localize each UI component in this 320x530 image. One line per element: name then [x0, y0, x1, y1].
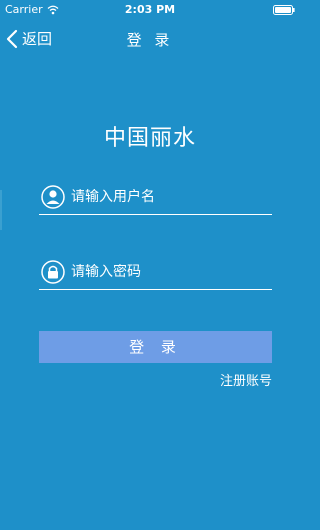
register-link[interactable]: 注册账号 [220, 370, 272, 389]
app-title: 中国丽水 [103, 126, 196, 151]
nav-title: 登 录 [126, 31, 174, 49]
password-field[interactable] [39, 255, 272, 290]
username-field[interactable] [39, 180, 272, 215]
password-input[interactable] [71, 264, 272, 280]
username-input[interactable] [71, 189, 272, 205]
status-bar: Carrier 2:03 PM [0, 0, 300, 20]
status-time: 2:03 PM [124, 3, 176, 16]
lock-icon [41, 260, 65, 284]
edge-divider [0, 190, 2, 230]
battery-icon [273, 5, 295, 15]
user-icon [41, 185, 65, 209]
navigation-bar: 返回 登 录 [0, 20, 300, 60]
login-button[interactable]: 登 录 [39, 331, 272, 363]
